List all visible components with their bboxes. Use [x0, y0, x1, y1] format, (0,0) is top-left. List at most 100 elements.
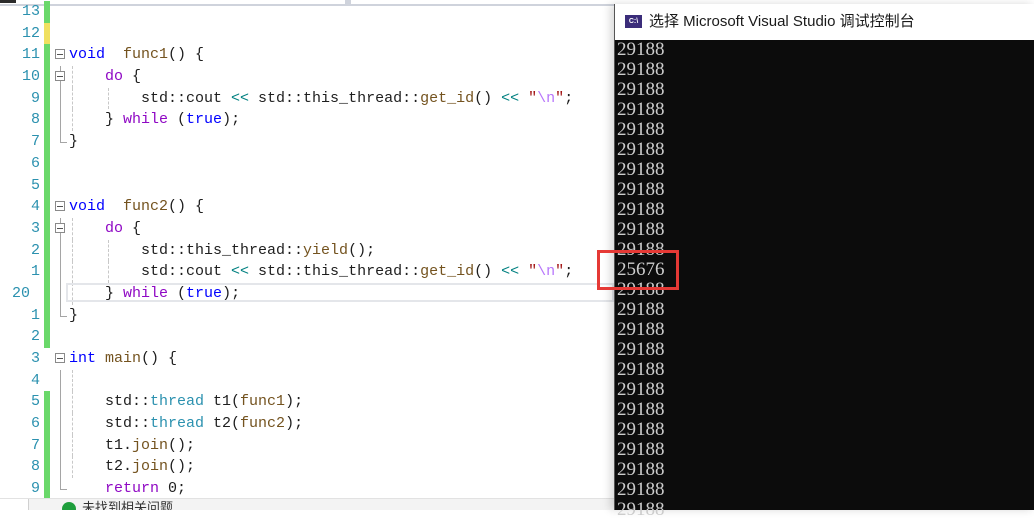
saved-change-marker [44, 217, 50, 240]
outline-end [60, 478, 67, 491]
code-token: } [69, 111, 124, 129]
code-token: ); [222, 284, 241, 302]
code-line[interactable]: 3 int main() { [0, 348, 614, 370]
code-token: { [123, 68, 142, 86]
line-number: 10 [21, 68, 40, 86]
code-token: std:: [69, 393, 151, 411]
code-token: func1 [240, 393, 286, 411]
console-title-bar[interactable]: C:\ 选择 Microsoft Visual Studio 调试控制台 [615, 4, 1034, 40]
code-text[interactable]: std::thread t2(func2); [69, 413, 303, 435]
code-text[interactable]: std::this_thread::yield(); [69, 240, 375, 262]
code-editor[interactable]: 13 12 11 void func1() {10 do {9 std::cout <… [0, 0, 614, 510]
outline-line [60, 369, 61, 392]
code-text[interactable]: } while (true); [69, 109, 240, 131]
saved-change-marker [44, 239, 50, 262]
code-line[interactable]: 5 std::thread t1(func1); [0, 391, 614, 414]
code-token: (); [348, 241, 376, 259]
code-text[interactable]: std::thread t1(func1); [69, 391, 303, 413]
code-token: (); [168, 436, 196, 454]
code-token: t2. [69, 458, 133, 476]
code-text[interactable]: std::cout << std::this_thread::get_id() … [69, 261, 573, 283]
code-token: ); [222, 111, 241, 129]
code-token: ; [564, 263, 574, 281]
line-number: 11 [21, 46, 40, 64]
code-line[interactable]: 3 do { [0, 217, 614, 240]
outline-line [60, 413, 61, 435]
code-text[interactable]: int main() { [69, 348, 177, 370]
console-output-line: 29188 [617, 179, 665, 200]
code-text[interactable]: std::cout << std::this_thread::get_id() … [69, 88, 573, 110]
line-number: 8 [30, 458, 40, 476]
line-number: 9 [30, 89, 40, 107]
code-text[interactable]: void func2() { [69, 196, 204, 218]
code-token: void [69, 46, 106, 64]
code-text[interactable]: t1.join(); [69, 435, 195, 457]
code-line[interactable]: 6 std::thread t2(func2); [0, 413, 614, 435]
code-token: thread [150, 415, 205, 433]
code-line[interactable]: 2 [0, 326, 614, 348]
code-token: while [123, 111, 169, 129]
saved-change-marker [44, 434, 50, 457]
code-text[interactable]: do { [69, 66, 141, 88]
code-line[interactable]: 8 t2.join(); [0, 456, 614, 479]
code-line[interactable]: 13 [0, 1, 614, 23]
code-line[interactable]: 9 return 0; [0, 478, 614, 500]
console-output-line: 29188 [617, 299, 665, 320]
code-text[interactable]: } [69, 305, 78, 327]
code-token: } [69, 306, 79, 324]
collapse-toggle-icon[interactable] [55, 353, 65, 363]
code-line[interactable]: 8 } while (true); [0, 109, 614, 132]
console-output-line: 29188 [617, 279, 665, 300]
code-text[interactable]: t2.join(); [69, 456, 195, 478]
collapse-toggle-icon[interactable] [55, 49, 65, 60]
code-line[interactable]: 5 [0, 174, 614, 197]
code-line[interactable]: 6 [0, 152, 614, 175]
code-line[interactable]: 10 do { [0, 66, 614, 88]
saved-change-marker [44, 109, 50, 132]
saved-change-marker [44, 456, 50, 479]
line-number: 20 [11, 284, 30, 302]
code-line[interactable]: 9 std::cout << std::this_thread::get_id(… [0, 87, 614, 110]
console-output-line: 29188 [617, 79, 665, 100]
collapse-toggle-icon[interactable] [55, 222, 65, 233]
code-line[interactable]: 1} [0, 304, 614, 327]
code-token: (); [168, 458, 196, 476]
saved-change-marker [44, 478, 50, 500]
outline-line [60, 391, 61, 414]
code-token: \n [537, 263, 556, 281]
console-output-line: 29188 [617, 419, 665, 440]
collapse-toggle-icon[interactable] [55, 71, 65, 82]
code-line[interactable]: 1 std::cout << std::this_thread::get_id(… [0, 261, 614, 283]
code-token: func2 [123, 198, 169, 216]
code-line[interactable]: 4 [0, 369, 614, 392]
code-text[interactable]: void func1() { [69, 44, 204, 66]
code-line[interactable]: 4 void func2() { [0, 196, 614, 218]
code-line[interactable]: 12 [0, 22, 614, 45]
code-token: std::cout [69, 89, 232, 107]
outline-line [60, 239, 61, 262]
console-app-icon: C:\ [625, 15, 642, 28]
code-line[interactable]: 11 void func1() { [0, 44, 614, 67]
code-line[interactable]: 7} [0, 131, 614, 153]
code-line[interactable]: 7 t1.join(); [0, 434, 614, 457]
saved-change-marker [44, 131, 50, 153]
code-token: << [231, 263, 250, 281]
console-output-line: 29188 [617, 139, 665, 160]
code-lines[interactable]: 13 12 11 void func1() {10 do {9 std::cout <… [0, 1, 614, 500]
console-output-line: 29188 [617, 219, 665, 240]
code-token: 0; [159, 480, 187, 498]
outline-line [60, 109, 61, 132]
code-text[interactable]: do { [69, 218, 141, 240]
line-number: 6 [30, 415, 40, 433]
code-text[interactable]: return 0; [69, 478, 186, 500]
console-output-line: 29188 [617, 479, 665, 500]
code-text[interactable]: } while (true); [69, 283, 240, 305]
code-line[interactable]: 2 std::this_thread::yield(); [0, 239, 614, 262]
code-token: return [105, 480, 160, 498]
code-line[interactable]: 20 } while (true); [0, 282, 614, 305]
collapse-toggle-icon[interactable] [55, 201, 65, 212]
code-token: std::this_thread:: [69, 241, 304, 259]
code-text[interactable]: } [69, 131, 78, 153]
